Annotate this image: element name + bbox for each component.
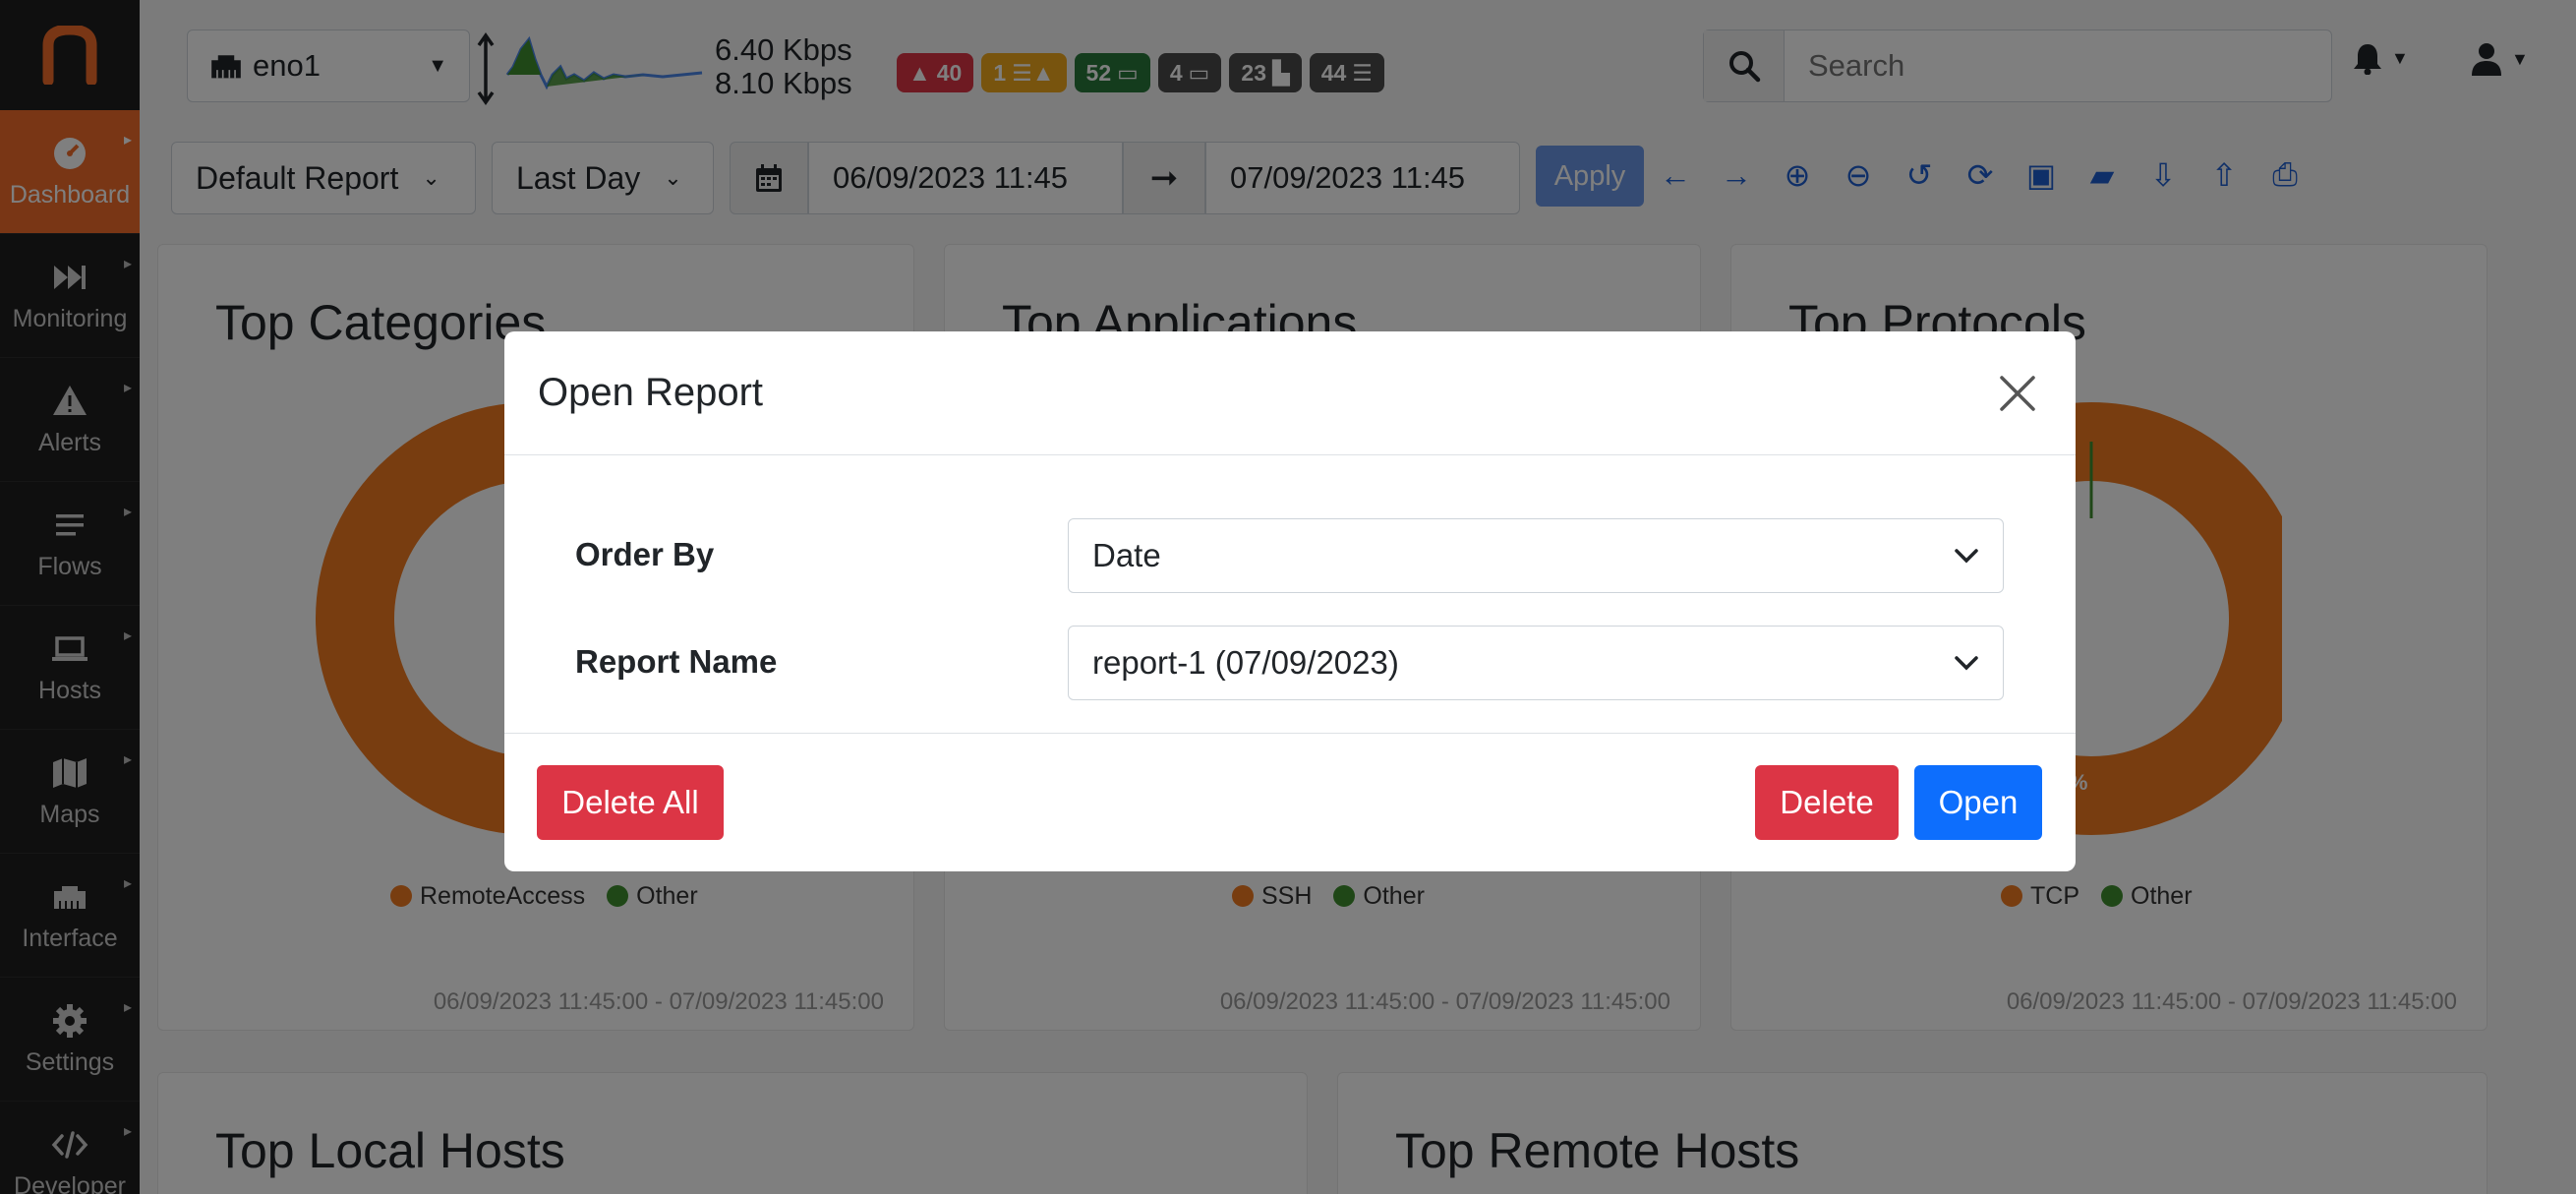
chevron-down-icon bbox=[1955, 656, 1978, 671]
delete-all-button[interactable]: Delete All bbox=[537, 765, 724, 840]
modal-title: Open Report bbox=[538, 371, 764, 414]
open-report-modal: Open Report Order By Date Report Name re… bbox=[504, 331, 2076, 871]
open-button[interactable]: Open bbox=[1914, 765, 2042, 840]
report-name-label: Report Name bbox=[575, 643, 778, 680]
report-name-select[interactable]: report-1 (07/09/2023) bbox=[1068, 626, 2004, 700]
order-by-select[interactable]: Date bbox=[1068, 518, 2004, 593]
delete-button[interactable]: Delete bbox=[1755, 765, 1899, 840]
modal-header: Open Report bbox=[504, 331, 2076, 455]
modal-footer: Delete All Delete Open bbox=[504, 734, 2076, 871]
chevron-down-icon bbox=[1955, 549, 1978, 564]
modal-body: Order By Date Report Name report-1 (07/0… bbox=[504, 455, 2076, 734]
close-button[interactable] bbox=[1993, 369, 2042, 418]
order-by-label: Order By bbox=[575, 536, 715, 572]
close-icon bbox=[2000, 375, 2035, 411]
